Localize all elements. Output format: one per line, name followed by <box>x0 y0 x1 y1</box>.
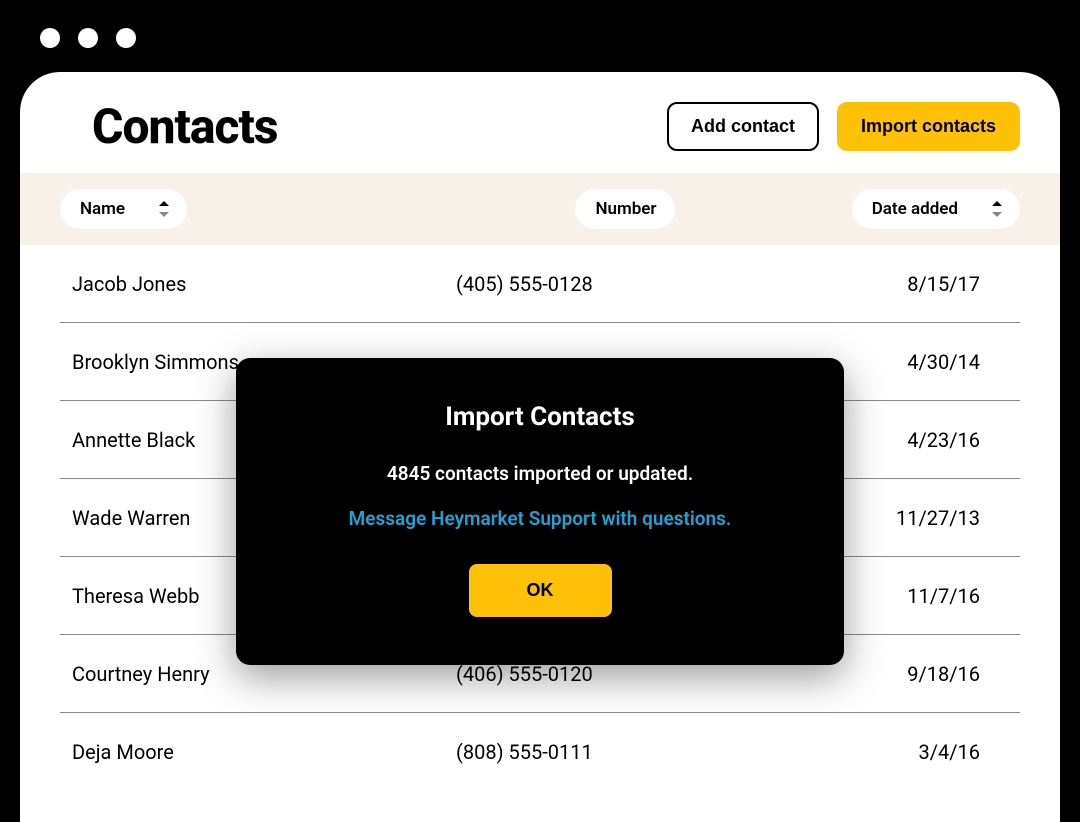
import-result-modal: Import Contacts 4845 contacts imported o… <box>236 358 844 665</box>
cell-date: 8/15/17 <box>800 272 1020 296</box>
sort-by-number[interactable]: Number <box>575 189 674 229</box>
window-dot <box>116 28 136 48</box>
cell-name: Deja Moore <box>60 740 450 764</box>
cell-date: 3/4/16 <box>800 740 1020 764</box>
sort-label: Name <box>80 199 125 219</box>
window-dot <box>78 28 98 48</box>
page-header: Contacts Add contact Import contacts <box>20 72 1060 173</box>
add-contact-button[interactable]: Add contact <box>667 102 819 151</box>
sort-by-name[interactable]: Name <box>60 189 187 229</box>
window-controls <box>0 0 1080 72</box>
modal-body: 4845 contacts imported or updated. <box>276 462 804 485</box>
cell-name: Jacob Jones <box>60 272 450 296</box>
table-row[interactable]: Deja Moore(808) 555-01113/4/16 <box>60 713 1020 791</box>
table-row[interactable]: Jacob Jones(405) 555-01288/15/17 <box>60 245 1020 323</box>
cell-number: (405) 555-0128 <box>450 272 800 296</box>
cell-number: (406) 555-0120 <box>450 662 800 686</box>
sort-label: Date added <box>872 199 958 219</box>
app-viewport: Contacts Add contact Import contacts Nam… <box>20 72 1060 822</box>
sort-by-date[interactable]: Date added <box>852 189 1020 229</box>
page-title: Contacts <box>92 98 277 155</box>
cell-date: 9/18/16 <box>800 662 1020 686</box>
support-link[interactable]: Message Heymarket Support with questions… <box>349 507 732 530</box>
header-actions: Add contact Import contacts <box>667 102 1020 151</box>
cell-name: Courtney Henry <box>60 662 450 686</box>
sort-caret-icon <box>159 202 169 216</box>
cell-number: (808) 555-0111 <box>450 740 800 764</box>
window-dot <box>40 28 60 48</box>
sort-caret-icon <box>992 202 1002 216</box>
import-contacts-button[interactable]: Import contacts <box>837 102 1020 151</box>
filter-bar: Name Number Date added <box>20 173 1060 245</box>
modal-ok-button[interactable]: OK <box>469 564 612 617</box>
modal-title: Import Contacts <box>276 402 804 432</box>
browser-frame: Contacts Add contact Import contacts Nam… <box>0 0 1080 822</box>
sort-label: Number <box>595 199 656 219</box>
